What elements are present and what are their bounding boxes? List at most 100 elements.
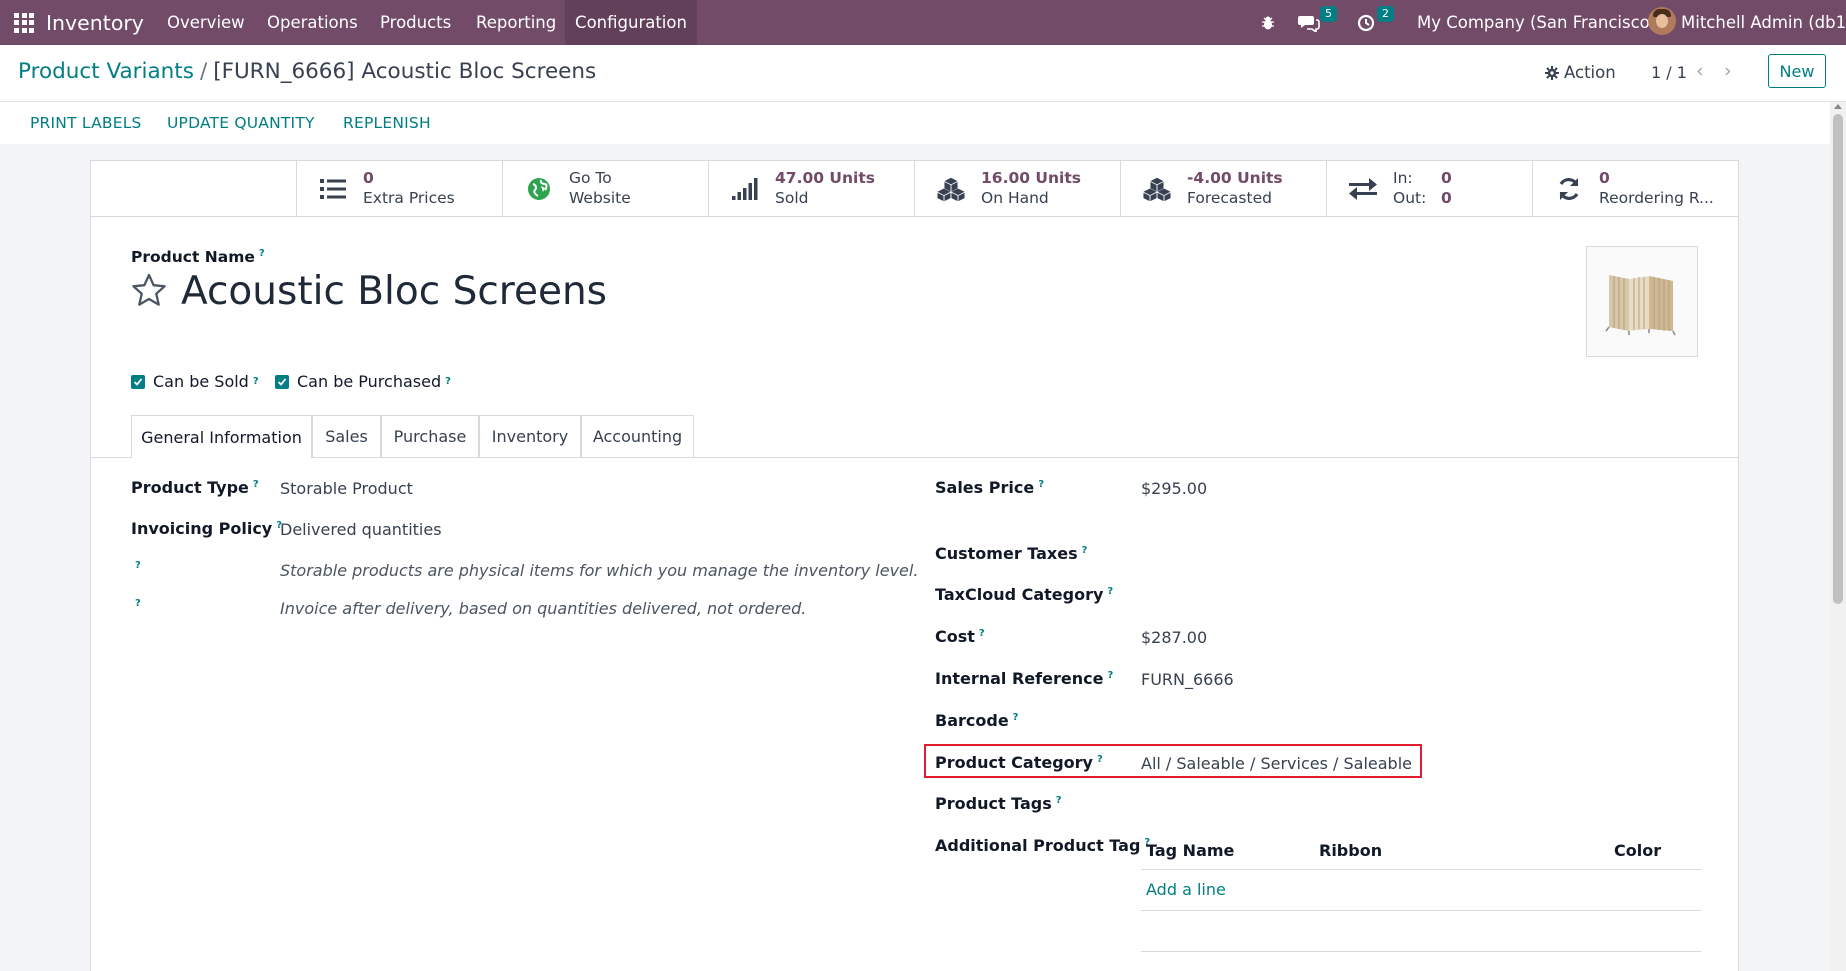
tab-purchase[interactable]: Purchase [381,415,479,457]
cubes-icon [937,175,965,203]
refresh-icon [1555,175,1583,203]
debug-bug-icon[interactable] [1257,0,1279,45]
breadcrumb: Product Variants / [FURN_6666] Acoustic Bl… [18,59,596,84]
can-be-purchased-checkbox[interactable]: Can be Purchased? [275,372,451,391]
product-name-label: Product Name? [131,248,265,267]
help-tooltip-icon[interactable]: ? [1013,712,1019,723]
checkbox-checked-icon[interactable] [275,374,289,389]
breadcrumb-separator: / [199,59,208,84]
tab-accounting[interactable]: Accounting [581,415,694,457]
globe-icon [525,175,553,203]
pager-value[interactable]: 1 / 1 [1651,63,1687,82]
help-tooltip-icon[interactable]: ? [1107,670,1113,681]
column-tag-name[interactable]: Tag Name [1146,841,1234,860]
on-hand-button[interactable]: 16.00 Units On Hand [914,161,1120,216]
apps-menu-icon[interactable] [12,0,36,45]
help-tooltip-icon[interactable]: ? [1107,586,1113,597]
menu-overview[interactable]: Overview [167,0,245,45]
in-value: 0 [1441,169,1452,187]
product-image[interactable] [1586,246,1698,357]
internal-reference-label: Internal Reference? [935,669,1114,688]
extra-prices-button[interactable]: 0 Extra Prices [296,161,502,216]
website-line-2: Website [569,189,631,207]
user-menu[interactable]: Mitchell Admin (db1) [1681,0,1846,45]
reordering-rules-button[interactable]: 0 Reordering R... [1532,161,1738,216]
pager-next-icon[interactable]: › [1724,60,1732,82]
messages-chat-icon[interactable]: 5 [1298,0,1337,45]
on-hand-value: 16.00 Units [981,169,1081,187]
print-labels-button[interactable]: PRINT LABELS [30,114,142,132]
activity-clock-icon[interactable]: 2 [1357,0,1394,45]
extra-prices-count: 0 [363,169,374,187]
menu-products[interactable]: Products [380,0,451,45]
product-name-title[interactable]: Acoustic Bloc Screens [181,269,607,314]
barcode-label: Barcode? [935,711,1019,730]
help-tooltip-icon[interactable]: ? [135,560,141,571]
tag-table-header: Tag Name Ribbon Color [1141,833,1701,870]
help-tooltip-icon[interactable]: ? [1056,795,1062,806]
help-tooltip-icon[interactable]: ? [1097,754,1103,765]
sold-button[interactable]: 47.00 Units Sold [708,161,914,216]
update-quantity-button[interactable]: UPDATE QUANTITY [167,114,315,132]
menu-reporting[interactable]: Reporting [476,0,556,45]
menu-operations[interactable]: Operations [267,0,358,45]
sales-price-field[interactable]: $295.00 [1141,479,1207,498]
product-type-help-note: Storable products are physical items for… [280,561,919,580]
smart-buttons-bar: 0 Extra Prices Go To Website 47.00 Units So… [91,161,1738,217]
user-avatar[interactable] [1648,7,1676,35]
tab-sales[interactable]: Sales [312,415,381,457]
sold-label: Sold [775,189,809,207]
reordering-count: 0 [1599,169,1610,187]
tab-inventory[interactable]: Inventory [479,415,581,457]
internal-reference-field[interactable]: FURN_6666 [1141,670,1234,689]
pager-previous-icon[interactable]: ‹ [1696,60,1704,82]
breadcrumb-product-variants[interactable]: Product Variants [18,59,194,84]
invoicing-policy-label: Invoicing Policy? [131,519,283,538]
top-navbar: Inventory Overview Operations Products R… [0,0,1846,45]
scrollbar-thumb[interactable] [1833,114,1843,604]
add-a-line-link[interactable]: Add a line [1146,880,1226,899]
go-to-website-button[interactable]: Go To Website [502,161,708,216]
favorite-star-icon[interactable] [131,273,167,311]
help-tooltip-icon[interactable]: ? [1082,545,1088,556]
replenish-button[interactable]: REPLENISH [343,114,431,132]
gear-icon [1545,65,1559,80]
additional-product-tag-label: Additional Product Tag? [935,836,1151,855]
form-header-buttons: PRINT LABELS UPDATE QUANTITY REPLENISH [0,102,1830,145]
product-category-field[interactable]: All / Saleable / Services / Saleable [1141,754,1412,773]
help-tooltip-icon[interactable]: ? [259,248,265,259]
can-be-sold-checkbox[interactable]: Can be Sold? [131,372,259,391]
customer-taxes-label: Customer Taxes? [935,544,1088,563]
form-notebook-tabs: General Information Sales Purchase Inven… [91,415,1738,458]
in-label: In: [1393,169,1413,187]
in-out-button[interactable]: In: 0 Out: 0 [1326,161,1532,216]
checkbox-checked-icon[interactable] [131,374,145,389]
column-color[interactable]: Color [1614,841,1661,860]
product-form-sheet: 0 Extra Prices Go To Website 47.00 Units So… [90,160,1739,971]
company-switcher[interactable]: My Company (San Francisco) [1417,0,1656,45]
help-tooltip-icon[interactable]: ? [979,628,985,639]
breadcrumb-current-record: [FURN_6666] Acoustic Bloc Screens [213,59,597,84]
invoicing-policy-field[interactable]: Delivered quantities [280,520,442,539]
acoustic-screen-illustration [1605,275,1676,336]
tab-general-information[interactable]: General Information [131,415,312,458]
help-tooltip-icon[interactable]: ? [445,376,451,387]
column-ribbon[interactable]: Ribbon [1319,841,1382,860]
forecasted-button[interactable]: -4.00 Units Forecasted [1120,161,1326,216]
page-scrollbar[interactable] [1830,102,1846,971]
product-type-field[interactable]: Storable Product [280,479,413,498]
cost-field[interactable]: $287.00 [1141,628,1207,647]
app-name[interactable]: Inventory [46,0,144,45]
new-button[interactable]: New [1768,54,1826,88]
help-tooltip-icon[interactable]: ? [1038,479,1044,490]
forecasted-label: Forecasted [1187,189,1272,207]
additional-tags-table: Tag Name Ribbon Color Add a line [1141,833,1701,952]
help-tooltip-icon[interactable]: ? [135,598,141,609]
help-tooltip-icon[interactable]: ? [253,479,259,490]
help-tooltip-icon[interactable]: ? [253,376,259,387]
tag-table-empty-row [1141,911,1701,952]
sales-price-label: Sales Price? [935,478,1044,497]
action-label: Action [1564,63,1616,82]
menu-configuration[interactable]: Configuration [565,0,697,45]
action-menu-button[interactable]: Action [1545,63,1616,82]
